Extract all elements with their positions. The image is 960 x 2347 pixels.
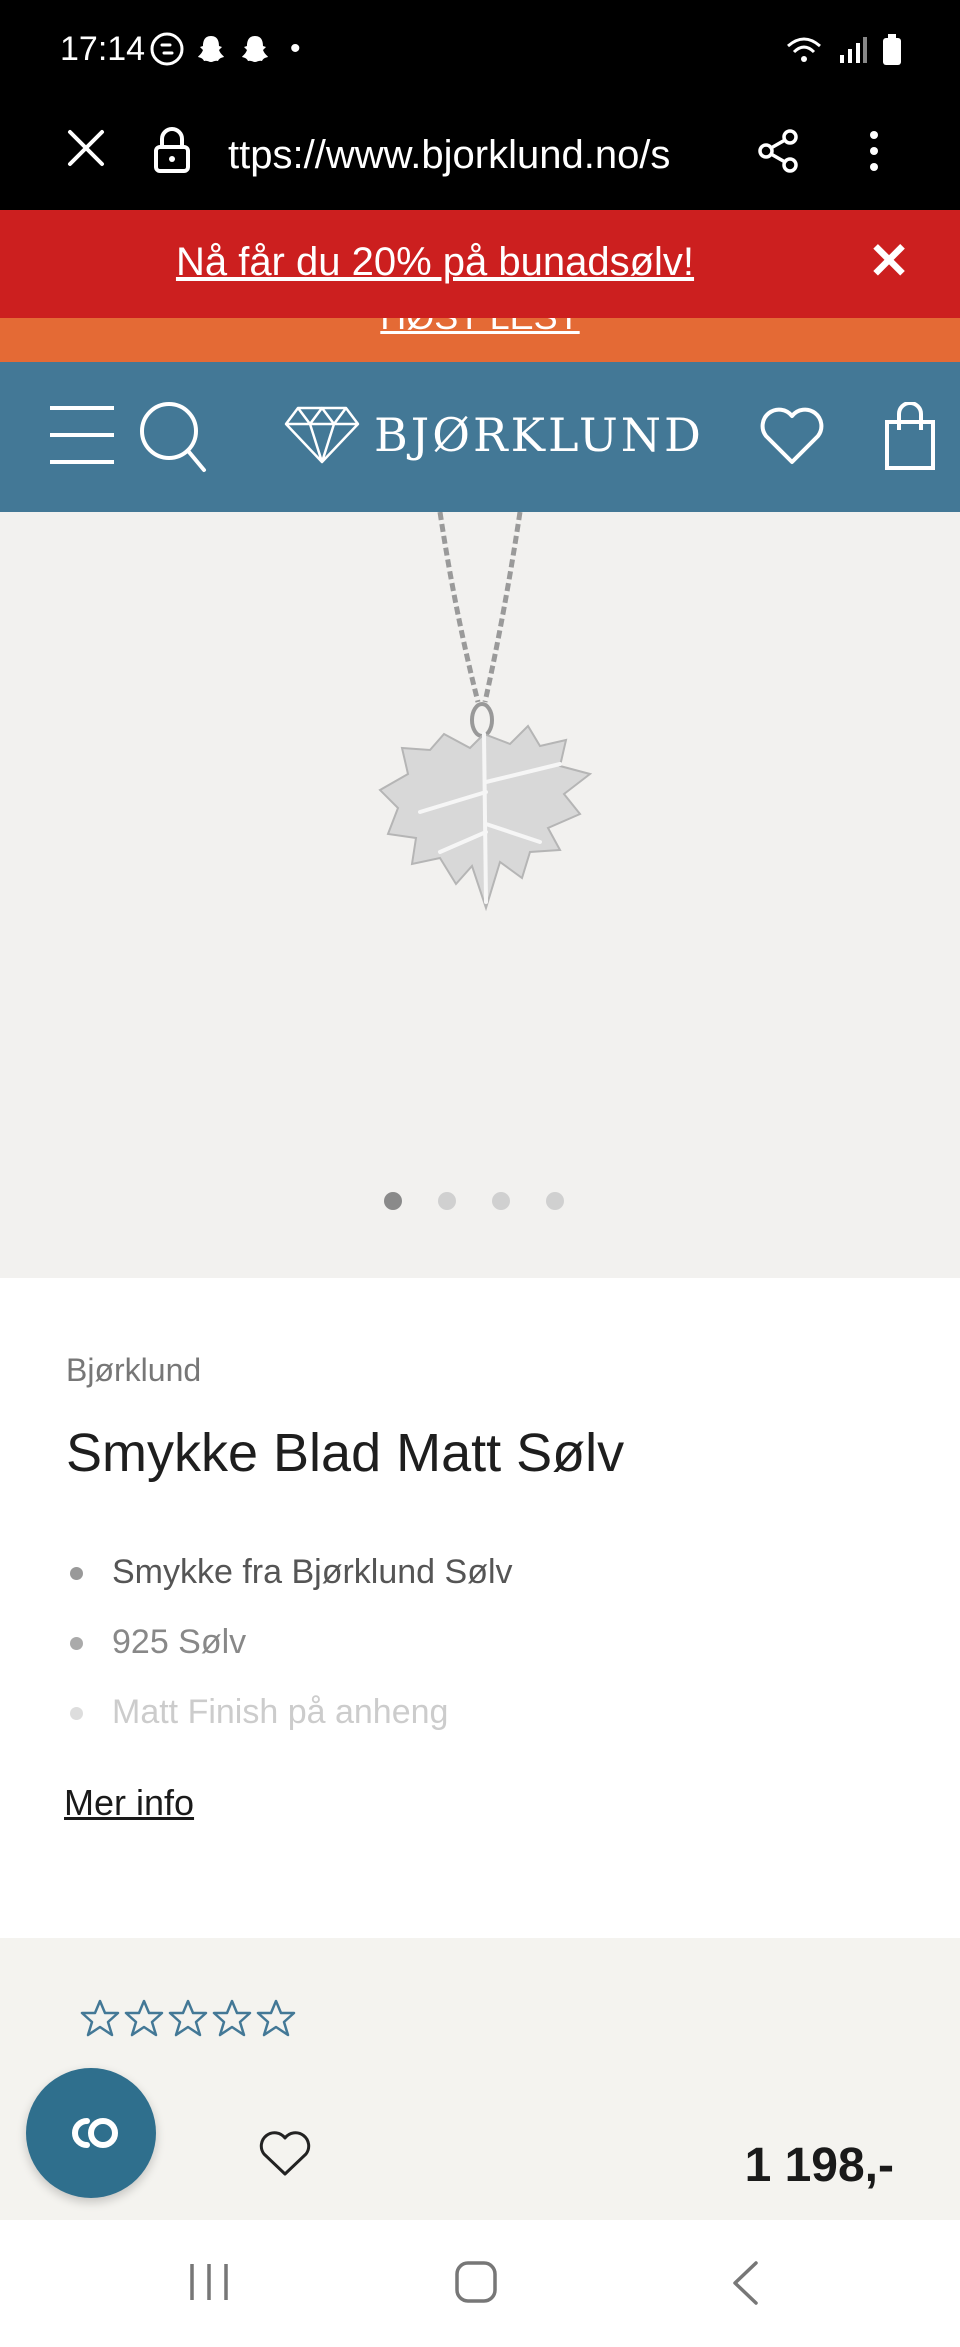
- back-icon[interactable]: [730, 2260, 760, 2306]
- gallery-pagination: [384, 1192, 564, 1210]
- shazam-icon: [150, 32, 184, 66]
- more-options-icon[interactable]: [864, 127, 884, 175]
- recent-apps-icon[interactable]: [188, 2262, 230, 2302]
- product-image[interactable]: [0, 512, 960, 912]
- rating-star-icon[interactable]: [212, 1998, 252, 2038]
- chat-logo-icon: [72, 2118, 118, 2148]
- promo-banner: Nå får du 20% på bunadsølv! ✕: [0, 210, 960, 318]
- chat-button[interactable]: [26, 2068, 156, 2198]
- url-field[interactable]: ttps://www.bjorklund.no/s: [228, 127, 718, 183]
- add-to-wishlist-icon[interactable]: [258, 2130, 312, 2178]
- purchase-section: 1 198,-: [0, 1938, 960, 2220]
- secondary-promo-link[interactable]: HØST LEST: [0, 318, 960, 338]
- product-features: Smykke fra Bjørklund Sølv 925 Sølv Matt …: [66, 1550, 513, 1760]
- product-info: Bjørklund Smykke Blad Matt Sølv Smykke f…: [0, 1278, 960, 1938]
- gallery-dot-3[interactable]: [492, 1192, 510, 1210]
- product-brand[interactable]: Bjørklund: [66, 1352, 201, 1389]
- browser-toolbar: ttps://www.bjorklund.no/s: [0, 105, 960, 210]
- promo-close-button[interactable]: ✕: [868, 236, 910, 286]
- rating-star-icon[interactable]: [80, 1998, 120, 2038]
- home-icon[interactable]: [454, 2260, 498, 2304]
- product-price: 1 198,-: [744, 2139, 894, 2192]
- close-tab-icon[interactable]: [66, 128, 106, 168]
- status-time: 17:14: [60, 30, 146, 68]
- notification-icons: •: [150, 32, 301, 66]
- shopping-bag-icon[interactable]: [884, 402, 936, 472]
- diamond-logo-icon: [284, 406, 360, 464]
- snapchat-icon: [198, 36, 224, 62]
- search-icon[interactable]: [138, 400, 208, 474]
- snapchat-icon: [242, 36, 268, 62]
- system-navigation-bar: [0, 2220, 960, 2347]
- more-info-link[interactable]: Mer info: [64, 1782, 194, 1824]
- feature-item: Matt Finish på anheng: [66, 1690, 513, 1734]
- promo-link[interactable]: Nå får du 20% på bunadsølv!: [0, 240, 870, 285]
- site-header: BJØRKLUND: [0, 362, 960, 512]
- wifi-icon: [787, 37, 821, 62]
- wishlist-icon[interactable]: [758, 406, 826, 466]
- feature-item: Smykke fra Bjørklund Sølv: [66, 1550, 513, 1594]
- site-logo[interactable]: BJØRKLUND: [374, 408, 704, 462]
- rating-star-icon[interactable]: [124, 1998, 164, 2038]
- share-icon[interactable]: [756, 129, 800, 173]
- rating-star-icon[interactable]: [168, 1998, 208, 2038]
- gallery-dot-1[interactable]: [384, 1192, 402, 1210]
- lock-icon[interactable]: [152, 125, 192, 173]
- product-title: Smykke Blad Matt Sølv: [66, 1423, 625, 1483]
- system-icons: [784, 34, 902, 66]
- signal-icon: [840, 37, 867, 63]
- product-image-gallery[interactable]: [0, 512, 960, 1278]
- rating-stars[interactable]: [80, 1998, 296, 2038]
- menu-icon[interactable]: [48, 402, 116, 468]
- status-bar: 17:14 •: [0, 0, 960, 105]
- gallery-dot-4[interactable]: [546, 1192, 564, 1210]
- secondary-promo-banner: HØST LEST: [0, 318, 960, 362]
- feature-item: 925 Sølv: [66, 1620, 513, 1664]
- more-notifications-dot: •: [290, 32, 301, 65]
- battery-icon: [883, 34, 901, 65]
- rating-star-icon[interactable]: [256, 1998, 296, 2038]
- gallery-dot-2[interactable]: [438, 1192, 456, 1210]
